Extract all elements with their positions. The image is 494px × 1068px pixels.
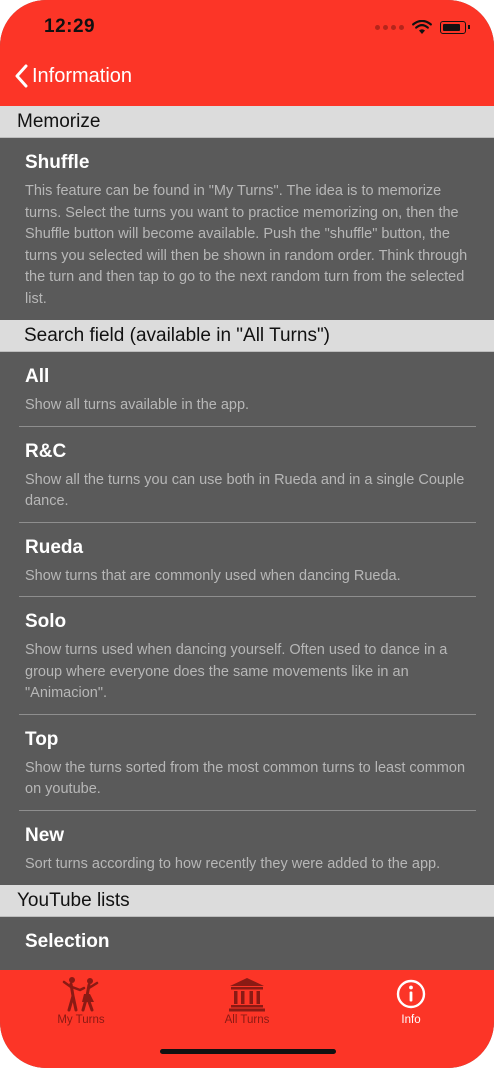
row-title: R&C — [25, 440, 67, 462]
wifi-icon — [412, 19, 432, 34]
row-description: Sort turns according to how recently the… — [25, 855, 441, 872]
row-description: Show turns that are commonly used when d… — [25, 567, 401, 584]
section-header-memorize: Memorize — [0, 106, 494, 138]
tab-label: Info — [401, 1014, 421, 1026]
row-title: Rueda — [25, 536, 84, 558]
list-item-solo: Solo Show turns used when dancing yourse… — [0, 597, 494, 715]
tab-my-turns[interactable]: My Turns — [26, 976, 136, 1026]
row-description: Show turns used when dancing yourself. O… — [25, 642, 448, 701]
back-button[interactable]: Information — [14, 64, 132, 88]
row-title: Shuffle — [25, 152, 90, 173]
row-title: Selection — [25, 931, 110, 952]
list-item-rueda: Rueda Show turns that are commonly used … — [0, 523, 494, 598]
dancers-icon — [62, 977, 99, 1012]
list-item-all: All Show all turns available in the app. — [0, 352, 494, 427]
app-screen: 12:29 Information Memorize Shuffle This … — [0, 0, 494, 1068]
tab-all-turns[interactable]: All Turns — [192, 976, 302, 1026]
row-description: This feature can be found in "My Turns".… — [25, 183, 468, 307]
row-title: Top — [25, 728, 59, 750]
tab-info[interactable]: Info — [356, 976, 466, 1026]
tab-label: All Turns — [224, 1014, 270, 1026]
bank-icon — [229, 978, 265, 1012]
list-item-top: Top Show the turns sorted from the most … — [0, 715, 494, 811]
list-item-selection: Selection — [0, 917, 494, 965]
back-label: Information — [32, 64, 133, 87]
row-description: Show all turns available in the app. — [25, 397, 250, 413]
status-icons — [375, 16, 470, 38]
row-title: All — [25, 366, 50, 387]
row-description: Show all the turns you can use both in R… — [25, 471, 465, 510]
info-list[interactable]: Memorize Shuffle This feature can be fou… — [0, 106, 494, 970]
chevron-left-icon — [15, 64, 28, 88]
list-item-rc: R&C Show all the turns you can use both … — [0, 427, 494, 523]
status-time: 12:29 — [44, 16, 96, 37]
row-description: Show the turns sorted from the most comm… — [25, 759, 466, 798]
section-header-youtube-lists: YouTube lists — [0, 885, 494, 917]
battery-icon — [440, 20, 466, 34]
row-title: Solo — [25, 611, 67, 632]
info-circle-icon — [396, 979, 426, 1009]
section-header-search-field: Search field (available in "All Turns") — [0, 320, 494, 352]
top-bar: 12:29 Information — [0, 0, 494, 106]
tab-bar: My Turns All Turns Info — [0, 970, 494, 1068]
battery-tip — [468, 25, 470, 29]
list-item-shuffle: Shuffle This feature can be found in "My… — [0, 138, 494, 320]
list-item-new: New Sort turns according to how recently… — [0, 811, 494, 886]
home-indicator[interactable] — [160, 1049, 336, 1054]
tab-label: My Turns — [57, 1014, 105, 1026]
row-title: New — [25, 824, 65, 846]
signal-icon — [375, 24, 404, 30]
